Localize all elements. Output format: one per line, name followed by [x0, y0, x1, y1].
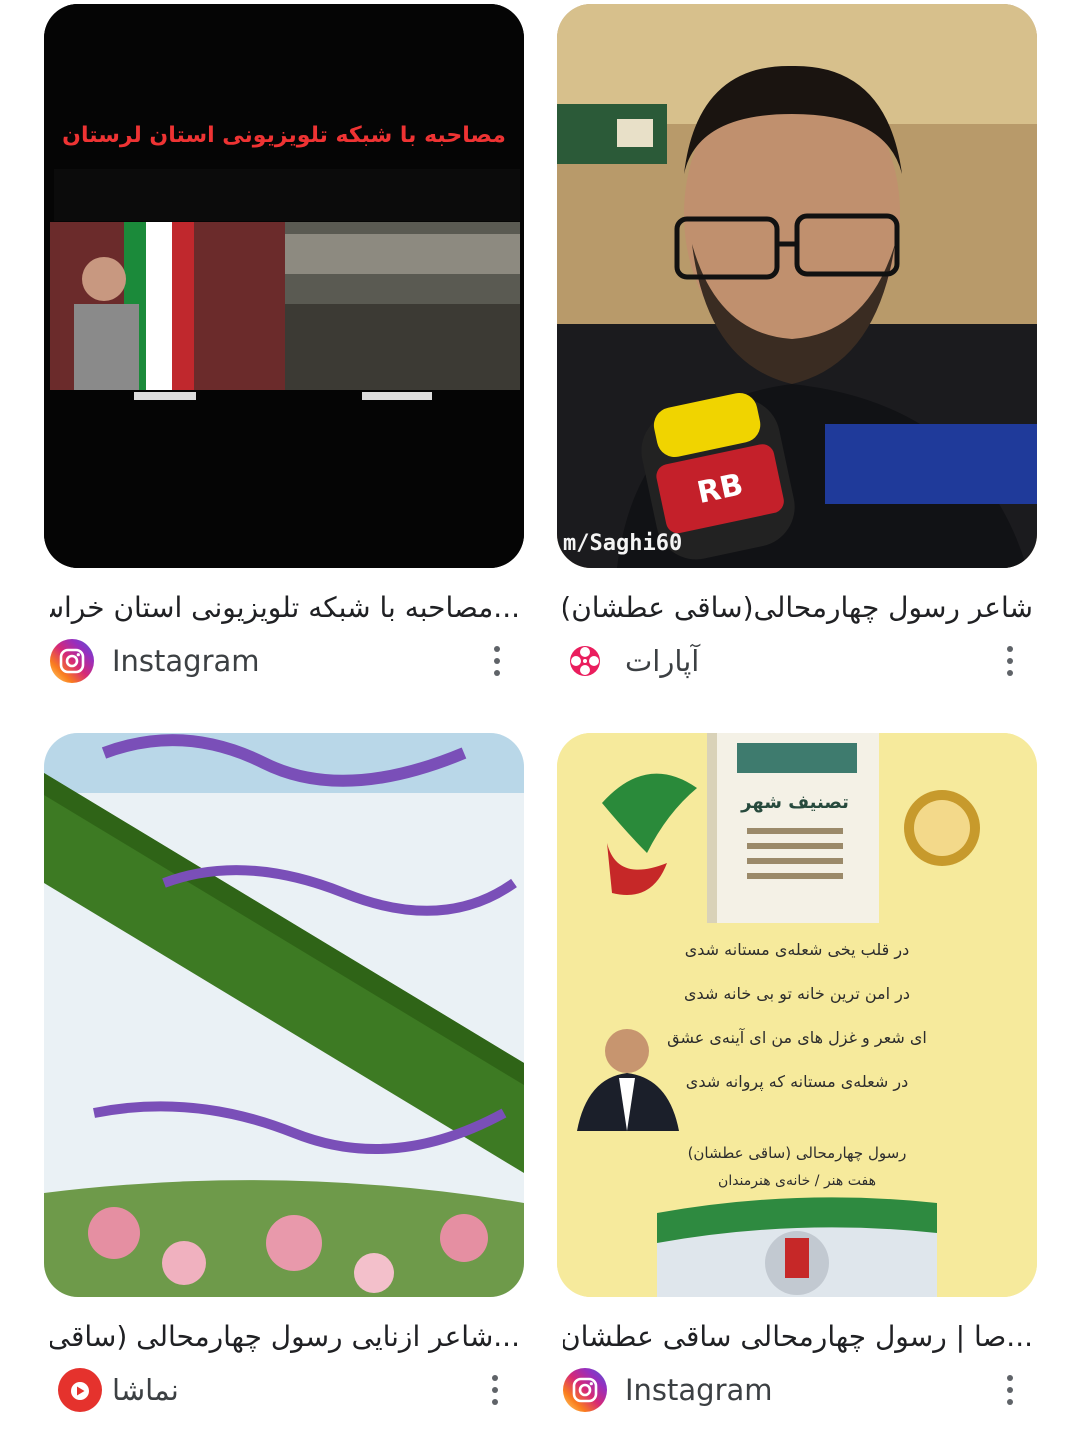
source-name: Instagram [625, 1373, 773, 1407]
thumbnail-poster[interactable]: تصنیف شهر در قلب یخی شعله‌ی مستانه شدی د… [557, 733, 1037, 1297]
instagram-icon [50, 639, 94, 683]
poster-line-4: در شعله‌ی مستانه که پروانه شدی [686, 1072, 908, 1092]
result-card[interactable]: ...شاعر ازنایی رسول چهارمحالی (ساقی نماش… [44, 733, 524, 1412]
source-row: Instagram [50, 638, 520, 684]
thumb-caption: مصاحبه با شبکه تلویزیونی استان لرستان [62, 123, 506, 148]
instagram-icon [563, 1368, 607, 1412]
thumbnail-image: RB m/Saghi60 [557, 4, 1037, 568]
source-name: نماشا [112, 1373, 179, 1407]
source-row: نماشا [50, 1367, 520, 1413]
namasha-icon [58, 1368, 102, 1412]
more-options-icon[interactable] [1005, 646, 1015, 676]
result-title[interactable]: ...مصاحبه با شبکه تلویزیونی استان خراسا [50, 586, 520, 630]
result-card[interactable]: RB m/Saghi60 شاعر رسول چهارمحالی(ساقی عط… [557, 4, 1037, 683]
result-card[interactable]: تصنیف شهر در قلب یخی شعله‌ی مستانه شدی د… [557, 733, 1037, 1412]
source-row: آپارات [563, 638, 1033, 684]
poster-line-3: ای شعر و غزل های من ای آینه‌ی عشق [667, 1028, 927, 1048]
poster-line-0: تصنیف شهر [740, 792, 849, 813]
result-title[interactable]: شاعر رسول چهارمحالی(ساقی عطشان) [563, 586, 1033, 630]
poster-line-5: رسول چهارمحالی (ساقی عطشان) [688, 1144, 907, 1162]
thumbnail-poet-interview[interactable]: RB m/Saghi60 [557, 4, 1037, 568]
more-options-icon[interactable] [492, 646, 502, 676]
source-row: Instagram [563, 1367, 1033, 1413]
poster-line-2: در امن ترین خانه تو بی خانه شدی [684, 984, 910, 1004]
thumbnail-image: تصنیف شهر در قلب یخی شعله‌ی مستانه شدی د… [557, 733, 1037, 1297]
result-title[interactable]: ...صا | رسول چهارمحالی ساقی عطشان [563, 1315, 1033, 1359]
source-name: Instagram [112, 644, 260, 678]
more-options-icon[interactable] [490, 1375, 500, 1405]
result-title[interactable]: ...شاعر ازنایی رسول چهارمحالی (ساقی [50, 1315, 520, 1359]
poster-line-6: هفت هنر / خانه‌ی هنرمندان [718, 1173, 876, 1189]
thumbnail-interview-tv[interactable]: مصاحبه با شبکه تلویزیونی استان لرستان [44, 4, 524, 568]
thumbnail-image: مصاحبه با شبکه تلویزیونی استان لرستان [44, 4, 524, 568]
more-options-icon[interactable] [1005, 1375, 1015, 1405]
thumbnail-poem-calligraphy[interactable] [44, 733, 524, 1297]
thumb-caption-2: m/Saghi60 [563, 531, 682, 556]
thumbnail-image [44, 733, 524, 1297]
source-name: آپارات [625, 644, 700, 678]
poster-line-1: در قلب یخی شعله‌ی مستانه شدی [685, 940, 909, 960]
aparat-icon [563, 639, 607, 683]
result-card[interactable]: مصاحبه با شبکه تلویزیونی استان لرستان ..… [44, 4, 524, 683]
